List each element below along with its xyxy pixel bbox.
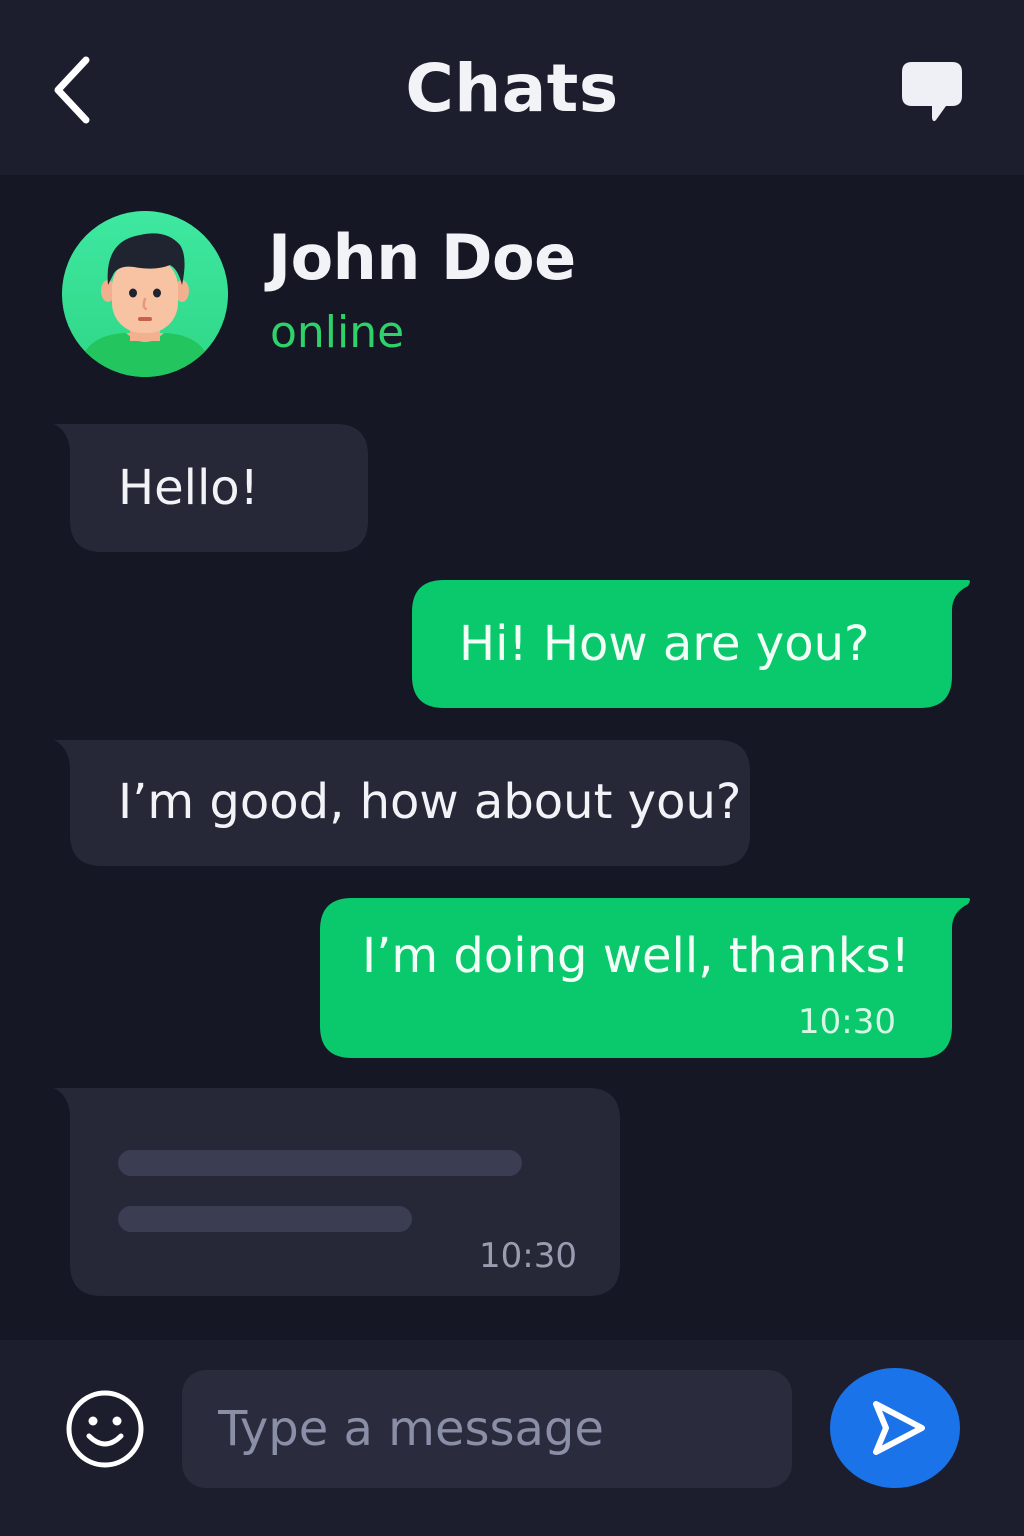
send-icon bbox=[873, 1401, 925, 1455]
message-text: I’m good, how about you? bbox=[118, 774, 742, 830]
placeholder-text-line bbox=[118, 1150, 522, 1176]
outgoing-message[interactable]: Hi! How are you? bbox=[412, 580, 972, 708]
message-text: Hi! How are you? bbox=[459, 616, 870, 672]
message-text: I’m doing well, thanks! bbox=[362, 928, 910, 984]
incoming-message-placeholder[interactable]: 10:30 bbox=[52, 1088, 622, 1296]
send-button[interactable] bbox=[830, 1368, 960, 1488]
message-time: 10:30 bbox=[798, 1002, 896, 1042]
outgoing-message[interactable]: I’m doing well, thanks! 10:30 bbox=[320, 898, 972, 1058]
chat-bubble-icon bbox=[902, 62, 962, 122]
person-avatar-icon bbox=[62, 211, 228, 377]
chat-screen: Chats John Doe online Hello! Hi! How are… bbox=[0, 0, 1024, 1536]
incoming-message[interactable]: I’m good, how about you? bbox=[52, 740, 752, 866]
smiley-icon bbox=[66, 1390, 144, 1468]
new-chat-button[interactable] bbox=[896, 56, 968, 128]
message-time: 10:30 bbox=[479, 1236, 577, 1276]
contact-status: online bbox=[270, 307, 405, 358]
emoji-button[interactable] bbox=[64, 1388, 146, 1470]
message-input[interactable] bbox=[182, 1370, 792, 1488]
contact-name: John Doe bbox=[268, 221, 576, 294]
message-text: Hello! bbox=[118, 460, 259, 516]
incoming-message[interactable]: Hello! bbox=[52, 424, 370, 552]
avatar[interactable] bbox=[62, 211, 228, 377]
contact-header[interactable]: John Doe online bbox=[62, 211, 862, 377]
placeholder-text-line bbox=[118, 1206, 412, 1232]
composer-bar bbox=[0, 1340, 1024, 1536]
top-bar: Chats bbox=[0, 0, 1024, 175]
page-title: Chats bbox=[405, 50, 619, 127]
